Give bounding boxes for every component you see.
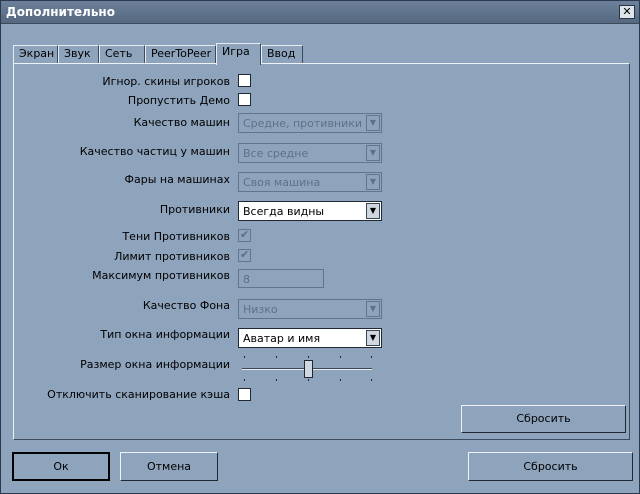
tab-peertopeer[interactable]: PeerToPeer xyxy=(145,45,216,64)
particle-quality-value: Все средне xyxy=(243,147,309,160)
tab-screen[interactable]: Экран xyxy=(13,45,58,64)
dropdown-arrow-icon[interactable]: ▼ xyxy=(366,145,380,161)
info-window-size-label: Размер окна информации xyxy=(80,358,230,371)
panel-reset-button[interactable]: Сбросить xyxy=(461,405,626,433)
title-bar[interactable]: Дополнительно ✕ xyxy=(1,1,639,24)
background-quality-label: Качество Фона xyxy=(142,299,230,312)
options-window: Дополнительно ✕ Экран Звук Сеть PeerToPe… xyxy=(0,0,640,494)
tab-game[interactable]: Игра xyxy=(216,43,261,65)
headlights-label: Фары на машинах xyxy=(124,173,231,186)
reset-button[interactable]: Сбросить xyxy=(468,452,633,481)
background-quality-value: Низко xyxy=(243,303,278,316)
disable-cache-scan-label: Отключить сканирование кэша xyxy=(47,388,230,401)
ignore-skins-label: Игнор. скины игроков xyxy=(102,75,230,88)
slider-tick xyxy=(371,379,372,381)
check-icon: ✔ xyxy=(240,248,250,261)
opponent-limit-checkbox[interactable]: ✔ xyxy=(238,248,251,262)
slider-tick xyxy=(340,379,341,381)
opponents-label: Противники xyxy=(159,203,230,216)
headlights-value: Своя машина xyxy=(243,176,321,189)
dropdown-arrow-icon[interactable]: ▼ xyxy=(366,203,380,219)
tab-sound[interactable]: Звук xyxy=(58,45,99,64)
car-quality-select[interactable]: Средне, противники низ ▼ xyxy=(238,113,382,133)
slider-tick xyxy=(308,379,309,381)
max-opponents-label: Максимум противников xyxy=(92,269,230,282)
particle-quality-label: Качество частиц у машин xyxy=(79,145,230,158)
cancel-button[interactable]: Отмена xyxy=(120,452,218,481)
background-quality-select[interactable]: Низко ▼ xyxy=(238,299,382,319)
dropdown-arrow-icon[interactable]: ▼ xyxy=(366,301,380,317)
car-quality-label: Качество машин xyxy=(133,116,230,129)
info-window-type-label: Тип окна информации xyxy=(100,328,230,341)
disable-cache-scan-checkbox[interactable] xyxy=(238,388,251,401)
particle-quality-select[interactable]: Все средне ▼ xyxy=(238,143,382,163)
tab-input[interactable]: Ввод xyxy=(261,45,303,64)
slider-tick xyxy=(244,356,245,358)
max-opponents-field[interactable]: 8 xyxy=(238,269,324,288)
dropdown-arrow-icon[interactable]: ▼ xyxy=(366,174,380,190)
opponents-select[interactable]: Всегда видны ▼ xyxy=(238,201,382,221)
opponent-shadows-checkbox[interactable]: ✔ xyxy=(238,228,251,242)
info-window-type-select[interactable]: Аватар и имя ▼ xyxy=(238,328,382,348)
slider-tick xyxy=(308,356,309,358)
slider-thumb[interactable] xyxy=(303,360,313,378)
slider-tick xyxy=(244,379,245,381)
slider-tick xyxy=(276,379,277,381)
tab-network[interactable]: Сеть xyxy=(99,45,145,64)
opponents-value: Всегда видны xyxy=(243,205,325,218)
slider-tick xyxy=(340,356,341,358)
ok-button[interactable]: Ок xyxy=(12,452,110,481)
ignore-skins-checkbox[interactable] xyxy=(238,74,251,87)
skip-demo-label: Пропустить Демо xyxy=(127,94,230,107)
info-window-type-value: Аватар и имя xyxy=(243,332,321,345)
skip-demo-checkbox[interactable] xyxy=(238,93,251,106)
opponent-shadows-label: Тени Противников xyxy=(122,230,230,243)
check-icon: ✔ xyxy=(240,228,250,241)
slider-tick xyxy=(371,356,372,358)
slider-tick xyxy=(276,356,277,358)
close-button[interactable]: ✕ xyxy=(619,5,635,19)
dropdown-arrow-icon[interactable]: ▼ xyxy=(366,115,380,131)
window-title: Дополнительно xyxy=(6,5,115,19)
dropdown-arrow-icon[interactable]: ▼ xyxy=(366,330,380,346)
car-quality-value: Средне, противники низ xyxy=(243,117,369,130)
headlights-select[interactable]: Своя машина ▼ xyxy=(238,172,382,192)
opponent-limit-label: Лимит противников xyxy=(114,250,230,263)
